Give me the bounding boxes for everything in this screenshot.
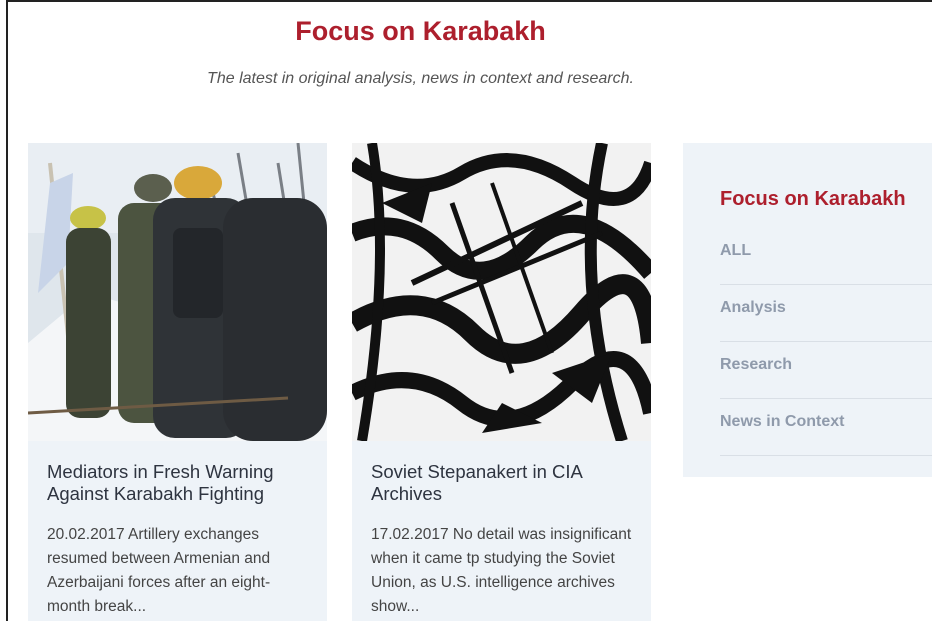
- sidebar-item-research[interactable]: Research: [720, 342, 932, 399]
- sidebar-item-analysis[interactable]: Analysis: [720, 285, 932, 342]
- sidebar-item-label[interactable]: Analysis: [720, 299, 786, 317]
- page-subtitle: The latest in original analysis, news in…: [207, 70, 634, 87]
- article-excerpt: 17.02.2017 No detail was insignificant w…: [371, 526, 632, 615]
- window-frame-top: [6, 0, 932, 2]
- article-title[interactable]: Mediators in Fresh Warning Against Karab…: [47, 461, 312, 505]
- article-image-satellite-photo[interactable]: [352, 143, 651, 441]
- sidebar-divider: [720, 455, 932, 456]
- sidebar-item-label[interactable]: ALL: [720, 242, 751, 260]
- article-title[interactable]: Soviet Stepanakert in CIA Archives: [371, 461, 636, 505]
- sidebar-item-all[interactable]: ALL: [720, 228, 932, 285]
- sidebar-item-label[interactable]: Research: [720, 356, 792, 374]
- article-card-stepanakert[interactable]: Soviet Stepanakert in CIA Archives 17.02…: [352, 143, 651, 621]
- page-title: Focus on Karabakh: [295, 16, 546, 46]
- sidebar-item-news-in-context[interactable]: News in Context: [720, 399, 932, 456]
- article-card-mediators[interactable]: Mediators in Fresh Warning Against Karab…: [28, 143, 327, 621]
- article-image-mediators-photo[interactable]: [28, 143, 327, 441]
- sidebar-category-nav: Focus on Karabakh ALL Analysis Research …: [683, 143, 932, 477]
- sidebar-title: Focus on Karabakh: [720, 188, 906, 210]
- window-frame-left: [6, 0, 8, 621]
- sidebar-item-label[interactable]: News in Context: [720, 413, 844, 431]
- article-excerpt: 20.02.2017 Artillery exchanges resumed b…: [47, 526, 271, 615]
